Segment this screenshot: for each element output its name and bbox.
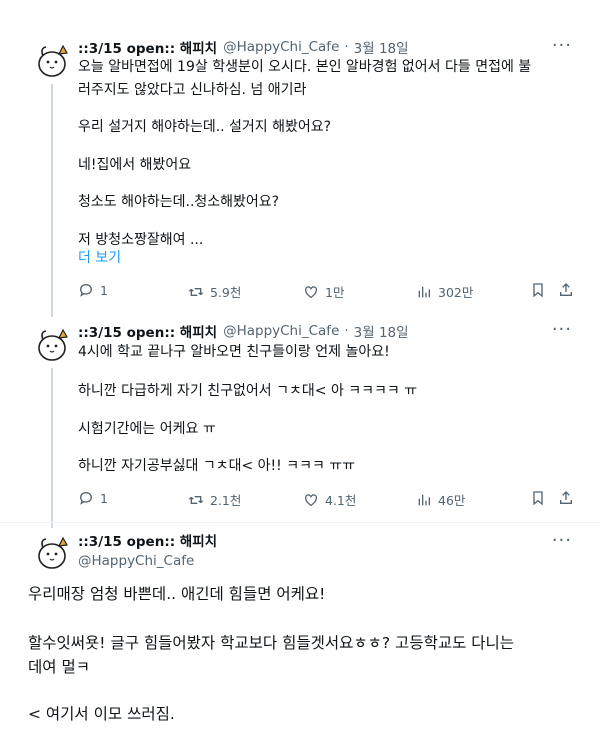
views-count: 46만 <box>438 493 466 508</box>
divider <box>0 522 600 523</box>
more-icon[interactable]: ··· <box>552 530 572 551</box>
tweet-line: 우리매장 엄청 바쁜데.. 애긴데 힘들면 어케요! <box>28 585 326 603</box>
tweet-date[interactable]: 3월 18일 <box>354 37 409 57</box>
reply-count: 1 <box>100 490 108 506</box>
like-icon <box>305 493 317 506</box>
display-name[interactable]: ::3/15 open:: 해피치 <box>78 530 217 550</box>
tweet-line: 데여 멀ㅋ <box>28 658 90 676</box>
reply-icon <box>80 284 92 297</box>
tweet-line: 우리 설거지 해야하는데.. 설거지 해봤어요? <box>78 119 332 135</box>
action-bar: 1 5.9천 1만 302만 <box>78 282 588 302</box>
retweet-count: 5.9천 <box>210 285 242 300</box>
user-handle[interactable]: @HappyChi_Cafe <box>223 39 339 55</box>
avatar[interactable] <box>32 324 72 364</box>
tweet-line: 4시에 학교 끝나구 알바오면 친구들이랑 언제 놀아요! <box>78 344 390 360</box>
tweet-line: < 여기서 이모 쓰러짐. <box>28 705 175 723</box>
tweet-line: 하니깐 자기공부싫대 ㄱㅊ대< 아!! ㅋㅋㅋ ㅠㅠ <box>78 458 356 474</box>
display-name[interactable]: ::3/15 open:: 해피치 <box>78 37 217 57</box>
separator-dot: · <box>344 323 349 339</box>
share-button[interactable] <box>558 282 580 298</box>
reply-icon <box>80 492 92 505</box>
more-icon[interactable]: ··· <box>552 35 572 56</box>
tweet-text: 오늘 알바면접에 19살 학생분이 오시다. 본인 알바경험 없어서 다들 면접… <box>78 56 560 102</box>
tweet-line: 청소도 해야하는데..청소해봤어요? <box>78 194 280 210</box>
views-button[interactable]: 46만 <box>416 490 465 509</box>
views-count: 302만 <box>438 285 474 300</box>
views-button[interactable]: 302만 <box>416 282 473 301</box>
retweet-button[interactable]: 5.9천 <box>188 282 241 301</box>
bookmark-icon <box>533 283 543 298</box>
retweet-icon <box>188 287 204 296</box>
thread-line <box>51 84 53 317</box>
retweet-button[interactable]: 2.1천 <box>188 490 241 509</box>
action-bar: 1 2.1천 4.1천 46만 <box>78 490 588 510</box>
tweet-header: ::3/15 open:: 해피치 @HappyChi_Cafe · 3월 18… <box>78 321 409 341</box>
reply-button[interactable]: 1 <box>78 282 108 298</box>
thread-line <box>51 368 53 528</box>
share-button[interactable] <box>558 490 580 506</box>
like-count: 4.1천 <box>325 493 357 508</box>
share-icon <box>560 283 572 296</box>
user-handle[interactable]: @HappyChi_Cafe <box>78 553 217 569</box>
like-icon <box>305 285 317 298</box>
bookmark-icon <box>533 491 543 506</box>
retweet-icon <box>188 495 204 504</box>
tweet-line: 할수잇써욧! 글구 힘들어봤자 학교보다 힘들겟서요ㅎㅎ? 고등학교도 다니는 <box>28 634 515 652</box>
share-icon <box>560 491 572 504</box>
tweet-header: ::3/15 open:: 해피치 @HappyChi_Cafe <box>78 530 217 569</box>
views-icon <box>418 286 430 297</box>
like-count: 1만 <box>325 285 345 300</box>
tweet-line: 하니깐 다급하게 자기 친구없어서 ㄱㅊ대< 아 ㅋㅋㅋㅋ ㅠ <box>78 383 418 399</box>
reply-button[interactable]: 1 <box>78 490 108 506</box>
tweet-line: 시험기간에는 어케요 ㅠ <box>78 421 216 437</box>
avatar[interactable] <box>32 532 72 572</box>
tweet-header: ::3/15 open:: 해피치 @HappyChi_Cafe · 3월 18… <box>78 37 409 57</box>
bookmark-button[interactable] <box>530 490 552 506</box>
more-icon[interactable]: ··· <box>552 319 572 340</box>
tweet-line: 네!집에서 해봤어요 <box>78 157 192 173</box>
views-icon <box>418 494 430 505</box>
avatar[interactable] <box>32 40 72 80</box>
tweet-line: 오늘 알바면접에 19살 학생분이 오시다. 본인 알바경험 없어서 다들 면접… <box>78 59 532 75</box>
reply-count: 1 <box>100 282 108 298</box>
tweet-date[interactable]: 3월 18일 <box>354 321 409 341</box>
like-button[interactable]: 1만 <box>303 282 344 301</box>
like-button[interactable]: 4.1천 <box>303 490 356 509</box>
show-more-link[interactable]: 더 보기 <box>78 247 560 270</box>
user-handle[interactable]: @HappyChi_Cafe <box>223 323 339 339</box>
tweet-text: 할수잇써욧! 글구 힘들어봤자 학교보다 힘들겟서요ㅎㅎ? 고등학교도 다니는 … <box>28 631 576 679</box>
bookmark-button[interactable] <box>530 282 552 298</box>
retweet-count: 2.1천 <box>210 493 242 508</box>
separator-dot: · <box>344 39 349 55</box>
display-name[interactable]: ::3/15 open:: 해피치 <box>78 321 217 341</box>
tweet-line: 러주지도 않았다고 신나하심. 넘 애기라 <box>78 82 307 98</box>
